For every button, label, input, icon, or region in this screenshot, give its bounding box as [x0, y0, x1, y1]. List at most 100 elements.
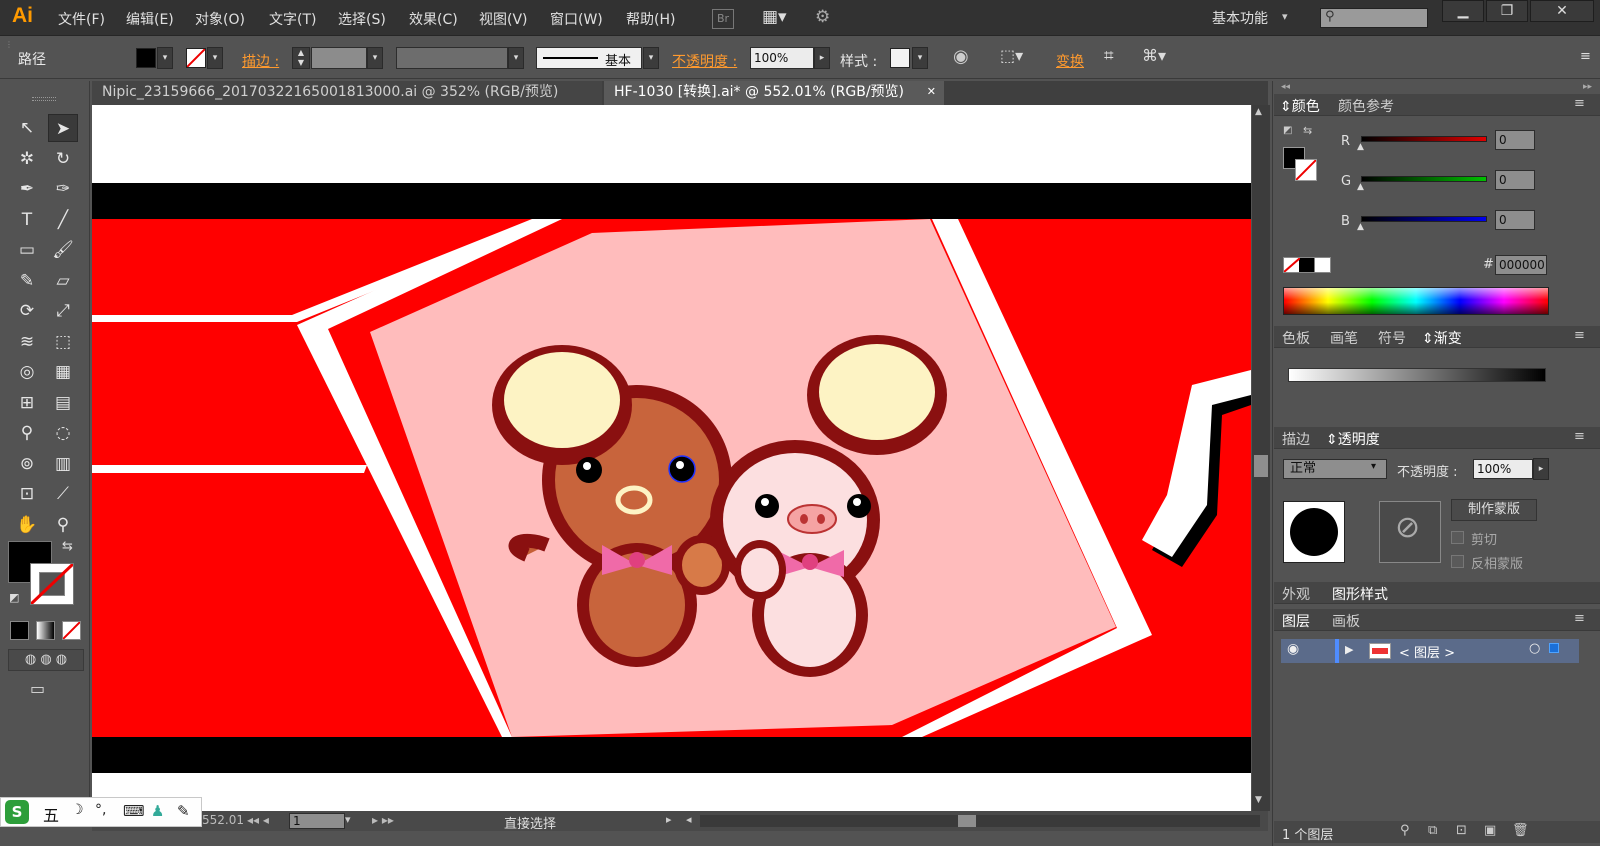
- swap-fill-stroke-icon[interactable]: ⇆: [62, 539, 73, 554]
- menu-file[interactable]: 文件(F): [58, 9, 105, 29]
- curvature-tool-icon[interactable]: ✑: [48, 175, 78, 203]
- zoom-level[interactable]: 552.01: [202, 813, 244, 827]
- ime-settings-icon[interactable]: ✎: [177, 802, 190, 820]
- stroke-weight-input[interactable]: [311, 47, 367, 69]
- recolor-artwork-icon[interactable]: ◉: [953, 46, 969, 67]
- pencil-tool-icon[interactable]: ✎: [12, 267, 42, 295]
- ime-keyboard-icon[interactable]: ⌨: [123, 802, 145, 820]
- close-button[interactable]: ✕: [1530, 0, 1594, 22]
- menu-type[interactable]: 文字(T): [269, 9, 316, 29]
- gradient-preview[interactable]: [1288, 368, 1546, 382]
- magic-wand-tool-icon[interactable]: ✲: [12, 145, 42, 173]
- layer-name[interactable]: < 图层 >: [1399, 642, 1455, 661]
- transform-panel-link[interactable]: 变换: [1056, 51, 1084, 71]
- panel-menu-icon[interactable]: ≡: [1574, 429, 1585, 444]
- symbol-sprayer-tool-icon[interactable]: ⊚: [12, 450, 42, 478]
- control-menu-icon[interactable]: ≡: [1580, 49, 1591, 64]
- slice-tool-icon[interactable]: ⟋: [48, 480, 78, 508]
- scroll-up-icon[interactable]: ▲: [1255, 107, 1262, 117]
- scale-tool-icon[interactable]: ⤢: [48, 297, 78, 325]
- hex-input[interactable]: 000000: [1495, 255, 1547, 275]
- color-mode-button[interactable]: [10, 621, 29, 640]
- tab-document-1[interactable]: Nipic_23159666_20170322165001813000.ai @…: [92, 81, 602, 105]
- vertical-scrollbar[interactable]: ▲ ▼: [1252, 105, 1270, 811]
- none-mode-button[interactable]: [62, 621, 81, 640]
- panel-menu-icon[interactable]: ≡: [1574, 328, 1585, 343]
- ime-punctuation-icon[interactable]: °,: [95, 802, 106, 818]
- artboard-next-icons[interactable]: ▸ ▸▸: [372, 813, 394, 827]
- draw-modes-buttons[interactable]: ◍ ◍ ◍: [8, 649, 84, 671]
- menu-help[interactable]: 帮助(H): [626, 9, 675, 29]
- close-tab-icon[interactable]: ✕: [927, 81, 936, 103]
- layer-row[interactable]: ◉ ▶ < 图层 > ○: [1281, 639, 1579, 663]
- tab-gradient[interactable]: ⇕渐变: [1422, 328, 1462, 348]
- opacity-panel-link[interactable]: 不透明度 :: [672, 51, 737, 71]
- tab-appearance[interactable]: 外观: [1282, 584, 1310, 604]
- isolate-object-icon[interactable]: ⌗: [1104, 46, 1114, 66]
- current-tool-label[interactable]: 直接选择: [504, 813, 556, 832]
- artboard-tool-icon[interactable]: ⊡: [12, 480, 42, 508]
- tab-layers[interactable]: 图层: [1282, 611, 1310, 631]
- ime-logo-icon[interactable]: S: [5, 800, 29, 824]
- arrange-icon[interactable]: ⌘▾: [1142, 46, 1166, 65]
- type-tool-icon[interactable]: T: [12, 206, 42, 234]
- bridge-button[interactable]: Br: [712, 9, 734, 29]
- channel-value-r[interactable]: 0: [1495, 130, 1535, 150]
- make-clipping-mask-icon[interactable]: ⧉: [1428, 823, 1437, 838]
- align-to-icon[interactable]: ⬚▾: [1000, 46, 1023, 65]
- locate-object-icon[interactable]: ⚲: [1400, 823, 1410, 838]
- stroke-swatch[interactable]: [186, 48, 206, 68]
- eyedropper-tool-icon[interactable]: ⚲: [12, 419, 42, 447]
- ime-user-icon[interactable]: ♟: [151, 802, 164, 820]
- tab-swatches[interactable]: 色板: [1282, 328, 1310, 348]
- opacity-arrow[interactable]: ▸: [814, 47, 830, 69]
- blend-tool-icon[interactable]: ◌: [48, 419, 78, 447]
- mesh-tool-icon[interactable]: ⊞: [12, 389, 42, 417]
- hscroll-thumb[interactable]: [958, 815, 976, 827]
- panel-menu-icon[interactable]: ≡: [1574, 611, 1585, 626]
- tab-symbols[interactable]: 符号: [1378, 328, 1406, 348]
- object-thumbnail[interactable]: [1283, 501, 1345, 563]
- panel-menu-icon[interactable]: ≡: [1574, 96, 1585, 111]
- channel-slider-r[interactable]: [1361, 136, 1487, 142]
- fill-swatch[interactable]: [136, 48, 156, 68]
- slider-handle-icon[interactable]: ▲: [1357, 182, 1364, 192]
- rectangle-tool-icon[interactable]: ▭: [12, 236, 42, 264]
- menu-effect[interactable]: 效果(C): [409, 9, 458, 29]
- minimize-button[interactable]: ▁: [1442, 0, 1484, 22]
- none-black-white-swatches[interactable]: [1283, 257, 1331, 273]
- tab-artboards[interactable]: 画板: [1332, 611, 1360, 631]
- menu-window[interactable]: 窗口(W): [550, 9, 603, 29]
- tab-color[interactable]: ⇕颜色: [1280, 96, 1320, 116]
- ime-halfwidth-icon[interactable]: ☽: [71, 802, 84, 818]
- scroll-thumb[interactable]: [1254, 455, 1268, 477]
- invert-mask-checkbox[interactable]: [1451, 555, 1464, 568]
- target-icon[interactable]: ○: [1529, 641, 1540, 656]
- graphic-style-dropdown[interactable]: ▾: [912, 47, 928, 69]
- graphic-style-swatch[interactable]: [890, 48, 910, 68]
- shape-builder-tool-icon[interactable]: ◎: [12, 358, 42, 386]
- stroke-weight-dropdown[interactable]: ▾: [367, 47, 383, 69]
- channel-slider-g[interactable]: [1361, 176, 1487, 182]
- artboard-canvas[interactable]: [92, 105, 1251, 811]
- variable-width-dropdown[interactable]: ▾: [508, 47, 524, 69]
- selection-tool-icon[interactable]: ↖: [12, 114, 42, 142]
- search-input[interactable]: ⚲: [1320, 8, 1428, 28]
- restore-button[interactable]: ❐: [1486, 0, 1528, 22]
- stroke-color-box[interactable]: [30, 563, 74, 605]
- artboard-number-input[interactable]: 1: [289, 813, 345, 829]
- stroke-panel-link[interactable]: 描边 :: [242, 51, 279, 71]
- slider-handle-icon[interactable]: ▲: [1357, 142, 1364, 152]
- channel-value-b[interactable]: 0: [1495, 210, 1535, 230]
- transparency-opacity-arrow[interactable]: ▸: [1533, 458, 1549, 480]
- channel-slider-b[interactable]: [1361, 216, 1487, 222]
- artboard-dropdown-icon[interactable]: ▾: [345, 813, 351, 826]
- color-stroke-swatch[interactable]: [1295, 159, 1317, 181]
- paintbrush-tool-icon[interactable]: 🖌: [48, 236, 78, 264]
- stroke-weight-stepper[interactable]: ▲ ▼: [292, 47, 310, 69]
- brush-dropdown[interactable]: ▾: [643, 47, 659, 69]
- channel-value-g[interactable]: 0: [1495, 170, 1535, 190]
- horizontal-scrollbar[interactable]: [700, 815, 1260, 827]
- zoom-tool-icon[interactable]: ⚲: [48, 511, 78, 539]
- artboard-nav-icons[interactable]: ◂◂ ◂: [247, 813, 269, 827]
